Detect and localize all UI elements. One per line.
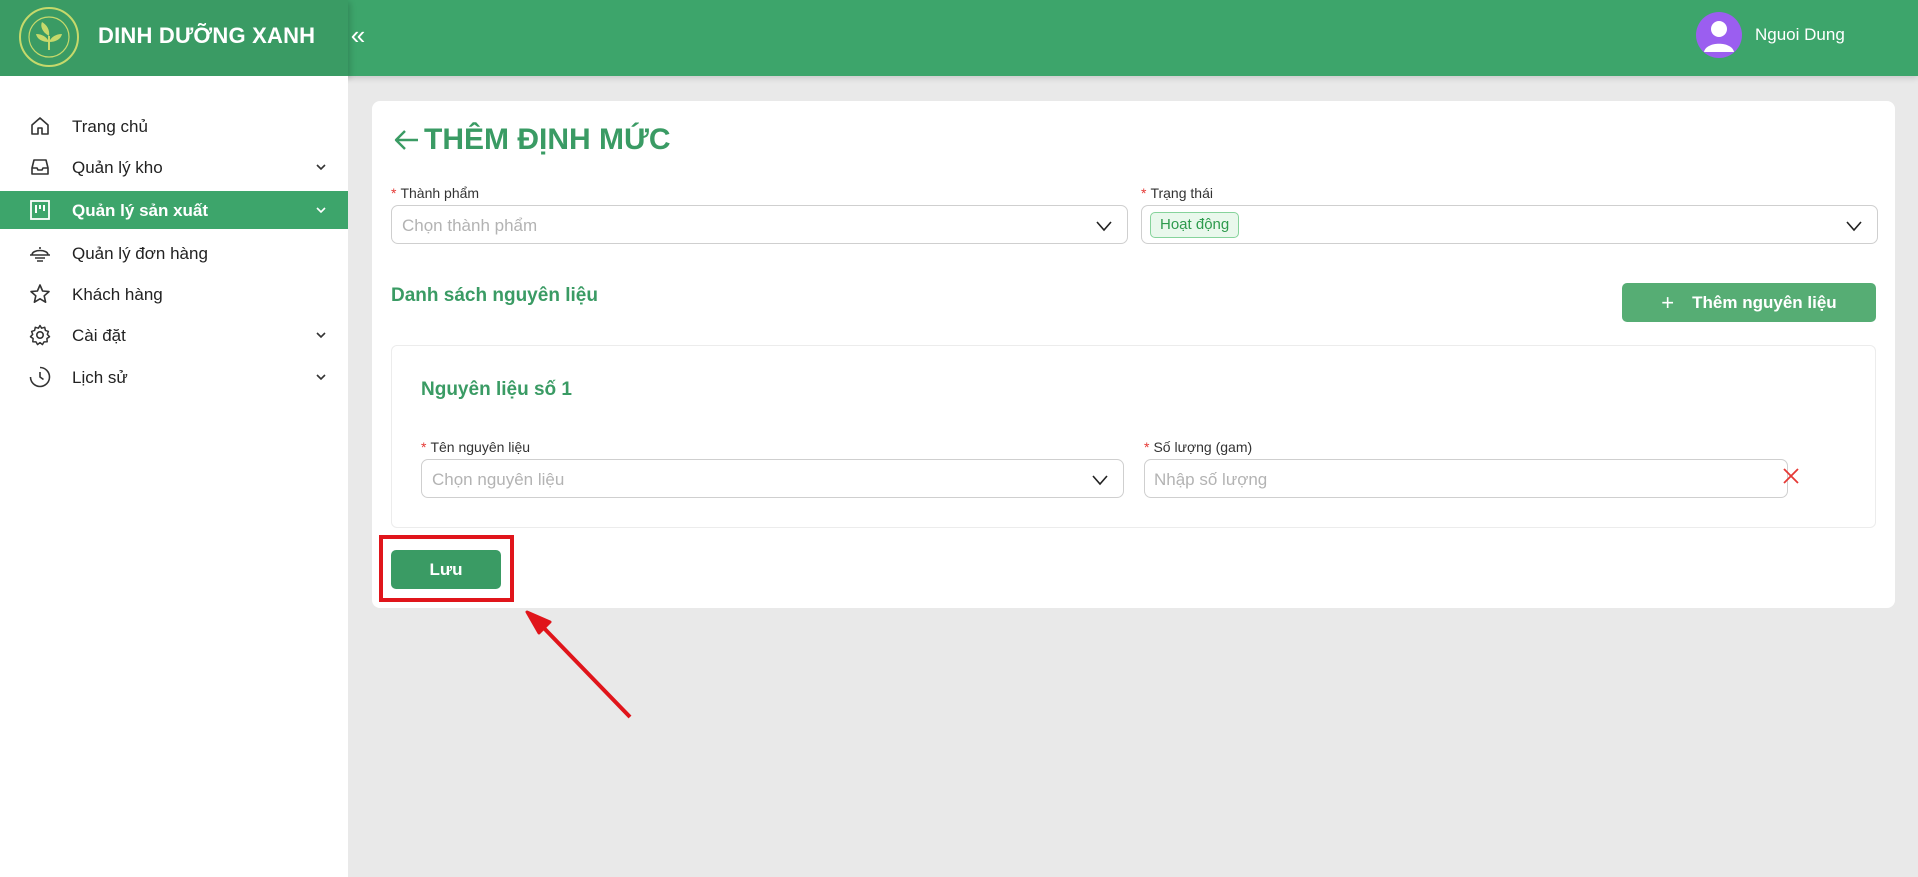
remove-ingredient-icon[interactable] <box>1780 465 1802 487</box>
brand-name: DINH DƯỠNG XANH <box>98 23 316 48</box>
sidebar-item-label: Khách hàng <box>72 285 163 304</box>
status-label: * Trạng thái <box>1141 185 1213 201</box>
inbox-icon <box>31 159 49 175</box>
page-title-row: THÊM ĐỊNH MỨC <box>392 123 671 157</box>
add-ingredient-button[interactable]: + Thêm nguyên liệu <box>1622 283 1876 322</box>
page-title: THÊM ĐỊNH MỨC <box>424 123 671 156</box>
ingredients-section-title: Danh sách nguyên liệu <box>391 285 598 306</box>
collapse-sidebar-button[interactable]: « <box>348 20 368 50</box>
sidebar-item-warehouse[interactable]: Quản lý kho <box>0 148 348 186</box>
sidebar: Trang chủ Quản lý kho Quản lý sản xuất Q… <box>0 76 348 877</box>
chevron-down-icon <box>1846 221 1862 232</box>
chevron-down-icon <box>316 164 326 171</box>
logo-icon <box>19 7 79 67</box>
sidebar-item-label: Quản lý đơn hàng <box>72 244 208 263</box>
user-avatar[interactable] <box>1696 12 1742 58</box>
form-card: THÊM ĐỊNH MỨC * Thành phẩm Chọn thành phẩ… <box>372 101 1895 608</box>
star-icon <box>30 284 50 303</box>
user-name[interactable]: Nguoi Dung <box>1755 25 1845 45</box>
ingredient-qty-placeholder: Nhập số lượng <box>1154 470 1268 489</box>
sidebar-item-orders[interactable]: Quản lý đơn hàng <box>0 234 348 272</box>
sidebar-item-history[interactable]: Lịch sử <box>0 358 348 396</box>
arrow-left-icon[interactable] <box>392 125 422 155</box>
ingredient-qty-label: * Số lượng (gam) <box>1144 439 1253 455</box>
ingredient-qty-input[interactable]: Nhập số lượng <box>1144 459 1788 498</box>
sidebar-item-label: Quản lý sản xuất <box>72 201 209 220</box>
ingredient-name-label: * Tên nguyên liệu <box>421 439 531 455</box>
product-placeholder: Chọn thành phẩm <box>402 216 538 235</box>
chevron-down-icon <box>316 374 326 381</box>
sidebar-item-customers[interactable]: Khách hàng <box>0 275 348 313</box>
ingredient-item: Nguyên liệu số 1 * Tên nguyên liệu Chọn n… <box>391 345 1876 528</box>
chevron-down-icon <box>1092 475 1108 486</box>
chevron-down-icon <box>316 332 326 339</box>
logo-block: DINH DƯỠNG XANH <box>0 0 348 76</box>
gear-icon <box>29 324 51 346</box>
sidebar-item-production[interactable]: Quản lý sản xuất <box>0 191 348 229</box>
ingredient-name-placeholder: Chọn nguyên liệu <box>432 470 565 489</box>
chevron-down-icon <box>1096 221 1112 232</box>
chevron-down-icon <box>316 207 326 214</box>
sidebar-item-label: Quản lý kho <box>72 158 163 177</box>
sidebar-item-label: Lịch sử <box>72 368 128 387</box>
ingredient-title: Nguyên liệu số 1 <box>421 379 572 400</box>
add-ingredient-label: Thêm nguyên liệu <box>1692 292 1837 312</box>
status-tag: Hoạt động <box>1150 212 1240 238</box>
status-select[interactable]: Hoạt động <box>1141 205 1878 244</box>
plus-icon: + <box>1661 289 1675 315</box>
sidebar-item-home[interactable]: Trang chủ <box>0 107 348 145</box>
ingredient-name-select[interactable]: Chọn nguyên liệu <box>421 459 1124 498</box>
product-label: * Thành phẩm <box>391 185 480 201</box>
delivery-icon <box>30 247 50 262</box>
home-icon <box>31 117 49 135</box>
clock-icon <box>29 366 51 388</box>
project-icon <box>30 200 50 220</box>
sidebar-item-settings[interactable]: Cài đặt <box>0 316 348 354</box>
highlight-box <box>379 535 514 602</box>
sidebar-item-label: Cài đặt <box>72 326 126 345</box>
sidebar-item-label: Trang chủ <box>72 117 148 136</box>
product-select[interactable]: Chọn thành phẩm <box>391 205 1128 244</box>
